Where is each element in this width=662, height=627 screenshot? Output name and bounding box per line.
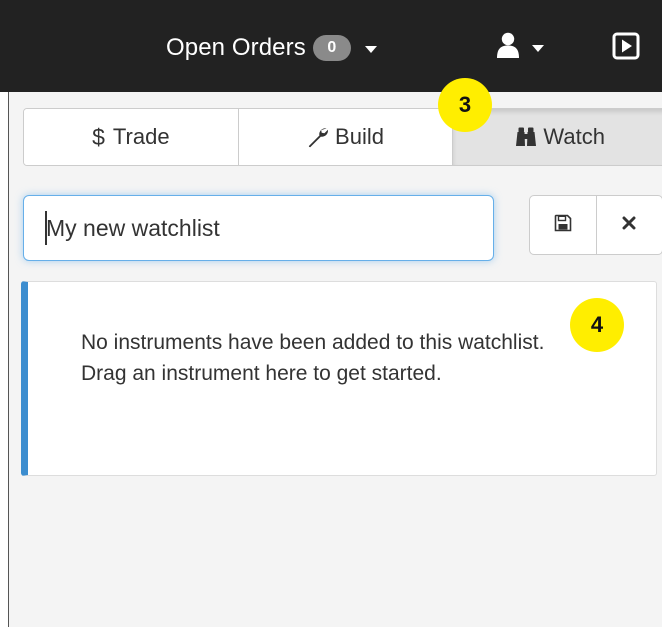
binoculars-icon xyxy=(515,126,537,148)
watchlist-panel: $ Trade Build Watch My new watchlist No … xyxy=(8,92,662,627)
wrench-icon xyxy=(307,126,329,148)
tab-watch-label: Watch xyxy=(543,124,605,149)
tab-trade-label: Trade xyxy=(112,124,170,149)
delete-watchlist-button[interactable] xyxy=(595,196,662,254)
annotation-marker-3: 3 xyxy=(438,78,492,132)
open-orders-count-badge: 0 xyxy=(312,35,351,61)
open-orders-dropdown[interactable]: Open Orders 0 xyxy=(166,30,377,66)
tab-trade[interactable]: $ Trade xyxy=(24,109,238,165)
tab-build[interactable]: Build xyxy=(237,109,453,165)
user-icon xyxy=(496,32,520,63)
text-cursor xyxy=(45,211,47,245)
floppy-disk-icon xyxy=(554,214,572,237)
play-icon[interactable] xyxy=(612,32,640,60)
chevron-down-icon xyxy=(532,44,544,52)
empty-watchlist-alert: No instruments have been added to this w… xyxy=(21,281,657,476)
mode-tabs: $ Trade Build Watch xyxy=(23,108,662,166)
close-icon xyxy=(621,215,637,236)
open-orders-label: Open Orders xyxy=(166,34,306,61)
user-menu-dropdown[interactable] xyxy=(496,28,544,66)
save-watchlist-button[interactable] xyxy=(530,196,596,254)
tab-build-label: Build xyxy=(335,124,384,149)
watchlist-actions xyxy=(529,195,662,255)
chevron-down-icon xyxy=(364,45,377,53)
dollar-icon: $ xyxy=(92,123,105,150)
annotation-marker-4: 4 xyxy=(570,298,624,352)
top-navbar: Open Orders 0 xyxy=(0,0,662,92)
empty-watchlist-message: No instruments have been added to this w… xyxy=(81,331,545,385)
watchlist-name-input[interactable] xyxy=(23,195,494,261)
